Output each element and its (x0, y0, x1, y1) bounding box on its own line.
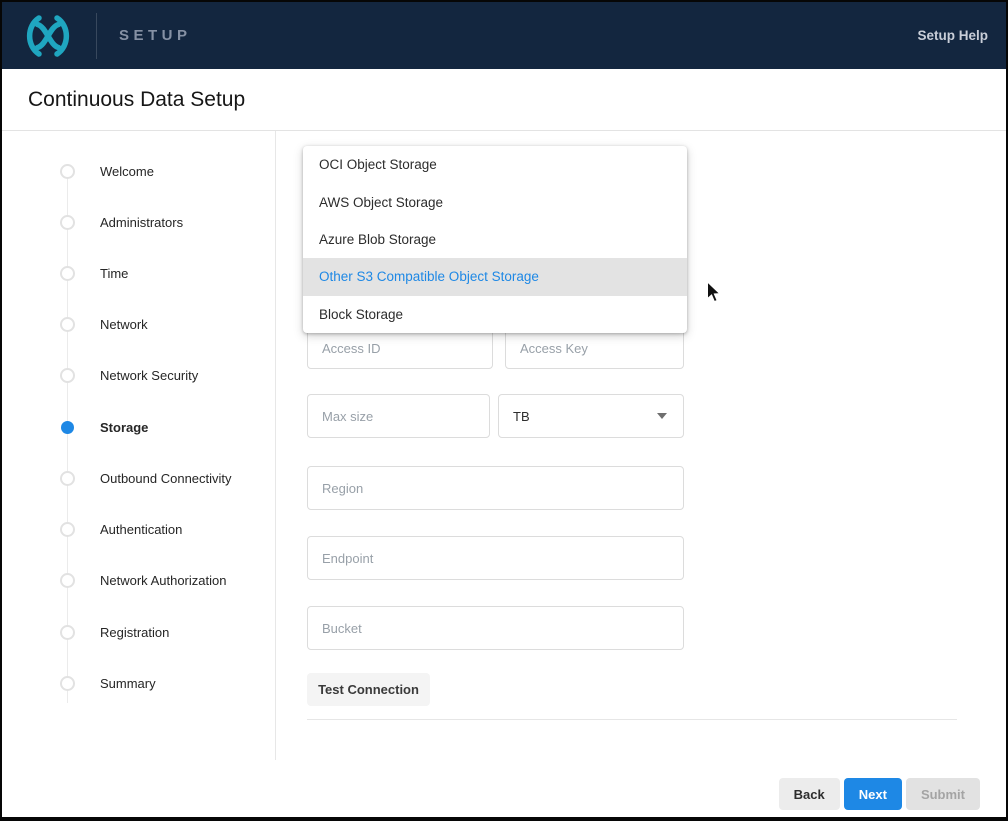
step-label: Network Security (100, 368, 198, 383)
next-button[interactable]: Next (844, 778, 902, 810)
sidebar-item-network[interactable]: Network (60, 314, 148, 334)
step-label: Storage (100, 420, 148, 435)
step-circle-icon (60, 625, 75, 640)
bucket-input[interactable] (307, 606, 684, 650)
chevron-down-icon (657, 413, 667, 419)
menu-option-other-s3-compatible[interactable]: Other S3 Compatible Object Storage (303, 258, 687, 295)
step-circle-active-icon (61, 421, 74, 434)
sidebar-item-network-security[interactable]: Network Security (60, 365, 198, 385)
sidebar-item-network-authorization[interactable]: Network Authorization (60, 570, 226, 590)
sidebar-item-summary[interactable]: Summary (60, 673, 156, 693)
app-name: SETUP (119, 27, 192, 44)
access-id-input[interactable] (307, 327, 493, 369)
max-size-input[interactable] (307, 394, 490, 438)
mouse-cursor-icon (706, 281, 722, 309)
sidebar-item-authentication[interactable]: Authentication (60, 519, 182, 539)
sidebar-item-welcome[interactable]: Welcome (60, 161, 154, 181)
page-title-bar: Continuous Data Setup (2, 69, 1006, 131)
sidebar-item-outbound-connectivity[interactable]: Outbound Connectivity (60, 468, 232, 488)
back-button[interactable]: Back (779, 778, 840, 810)
storage-type-dropdown-menu: OCI Object Storage AWS Object Storage Az… (303, 146, 687, 333)
step-circle-icon (60, 522, 75, 537)
max-size-unit-select[interactable]: TB (498, 394, 684, 438)
footer-actions: Back Next Submit (779, 778, 980, 810)
menu-option-block-storage[interactable]: Block Storage (303, 296, 687, 333)
delphix-logo-icon (20, 13, 76, 59)
step-label: Registration (100, 625, 169, 640)
sidebar-item-administrators[interactable]: Administrators (60, 212, 183, 232)
menu-option-azure-blob-storage[interactable]: Azure Blob Storage (303, 221, 687, 258)
step-label: Outbound Connectivity (100, 471, 232, 486)
access-key-input[interactable] (505, 327, 684, 369)
step-circle-icon (60, 471, 75, 486)
step-label: Summary (100, 676, 156, 691)
step-label: Time (100, 266, 128, 281)
sidebar-item-time[interactable]: Time (60, 263, 128, 283)
step-circle-icon (60, 368, 75, 383)
step-circle-icon (60, 676, 75, 691)
step-label: Administrators (100, 215, 183, 230)
wizard-sidebar: Welcome Administrators Time Network Netw… (2, 131, 276, 760)
unit-selected-value: TB (513, 409, 657, 424)
step-label: Network Authorization (100, 573, 226, 588)
top-header-bar: SETUP Setup Help (2, 2, 1006, 69)
content-divider (307, 719, 957, 720)
app-window: SETUP Setup Help Continuous Data Setup W… (0, 0, 1008, 821)
test-connection-button[interactable]: Test Connection (307, 673, 430, 706)
header-divider (96, 13, 97, 59)
endpoint-input[interactable] (307, 536, 684, 580)
step-label: Authentication (100, 522, 182, 537)
setup-help-link[interactable]: Setup Help (917, 28, 988, 43)
page-title: Continuous Data Setup (28, 88, 245, 112)
menu-option-aws-object-storage[interactable]: AWS Object Storage (303, 183, 687, 220)
step-circle-icon (60, 164, 75, 179)
step-circle-icon (60, 317, 75, 332)
menu-option-oci-object-storage[interactable]: OCI Object Storage (303, 146, 687, 183)
region-input[interactable] (307, 466, 684, 510)
step-label: Network (100, 317, 148, 332)
step-label: Welcome (100, 164, 154, 179)
sidebar-item-storage[interactable]: Storage (60, 417, 148, 437)
step-circle-icon (60, 215, 75, 230)
step-circle-icon (60, 266, 75, 281)
submit-button[interactable]: Submit (906, 778, 980, 810)
step-circle-icon (60, 573, 75, 588)
sidebar-item-registration[interactable]: Registration (60, 622, 169, 642)
